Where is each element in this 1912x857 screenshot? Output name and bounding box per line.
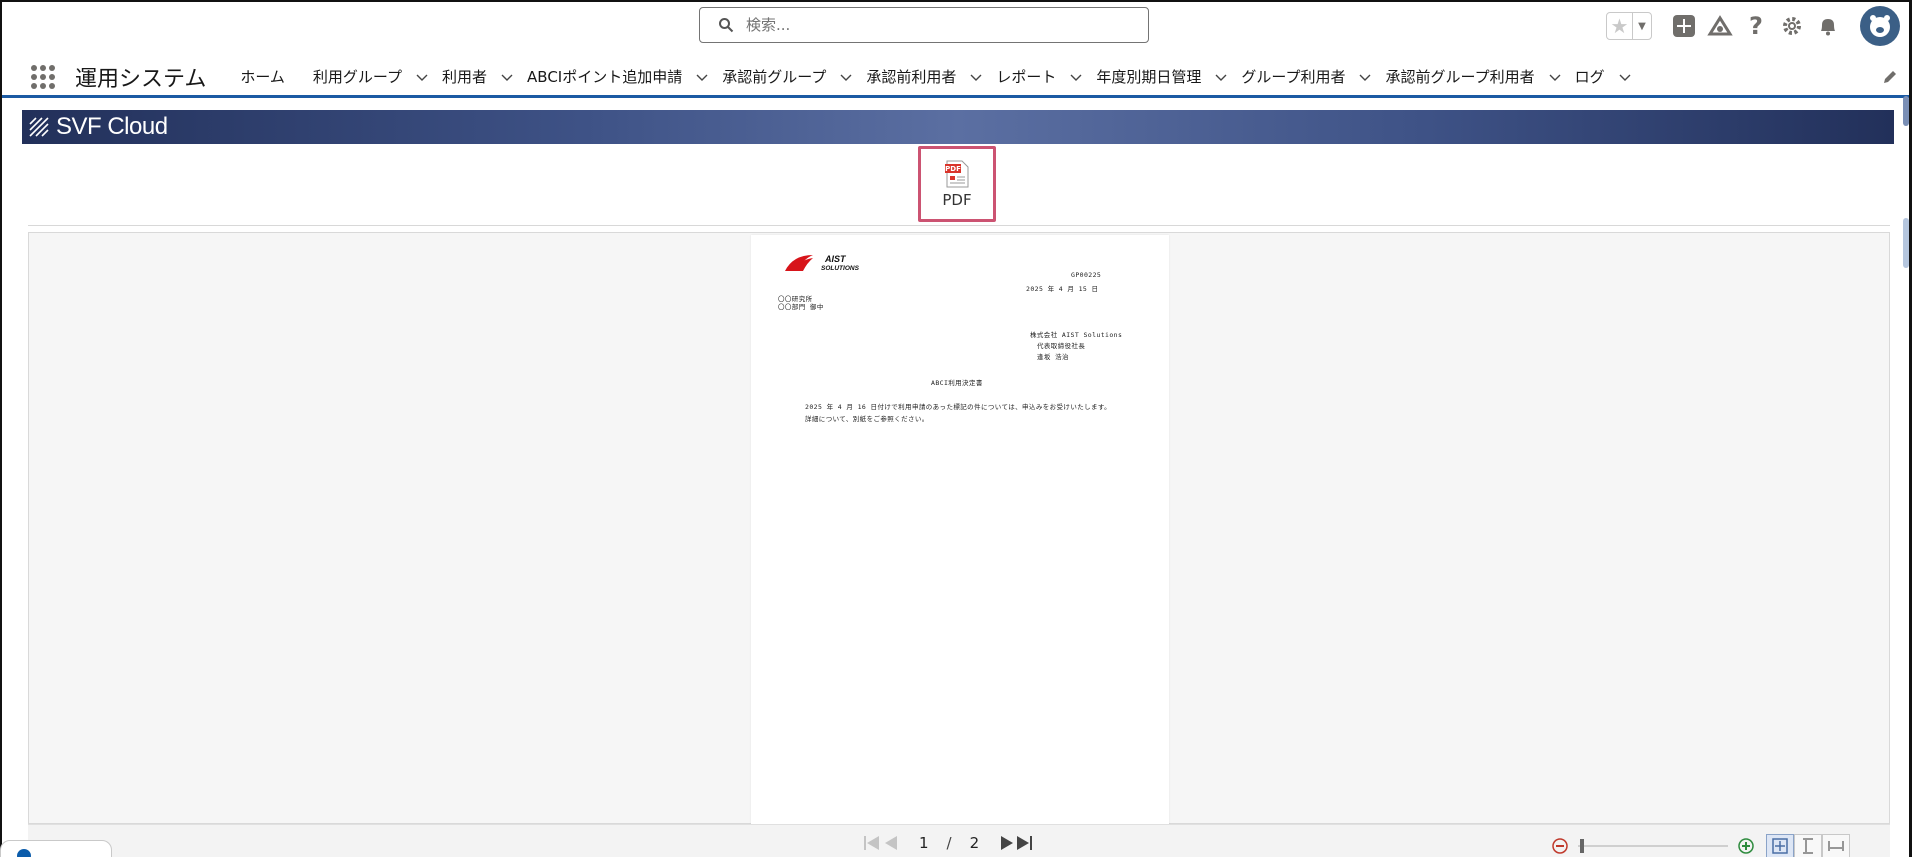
setup-gear-icon[interactable] (1777, 11, 1807, 41)
nav-tab[interactable]: 利用グループ (313, 58, 428, 95)
nav-tab[interactable]: ホーム (240, 58, 285, 95)
nav-tab[interactable]: レポート (996, 58, 1082, 95)
app-navigation-bar: 運用システム ホーム 利用グループ 利用者 ABCIポイント追加申請 承認前グループ 承認… (2, 58, 1909, 98)
help-icon[interactable]: ? (1741, 11, 1771, 41)
document-viewer[interactable]: AIST SOLUTIONS GP00225 2025 年 4 月 15 日 〇… (28, 232, 1890, 825)
nav-tab-label: ホーム (240, 68, 285, 86)
chevron-down-icon[interactable] (416, 71, 428, 83)
search-icon (719, 18, 734, 33)
current-page-number[interactable]: 1 (919, 834, 929, 852)
fit-height-icon[interactable] (1794, 834, 1822, 857)
zoom-slider-handle[interactable] (1580, 839, 1584, 853)
doc-body-line-2: 詳細について、別紙をご参照ください。 (805, 415, 929, 423)
aist-solutions-logo: AIST SOLUTIONS (785, 254, 860, 272)
fit-width-icon[interactable] (1822, 834, 1850, 857)
global-search[interactable] (699, 7, 1149, 43)
nav-tab[interactable]: ログ (1575, 58, 1631, 95)
nav-tab-label: ABCIポイント追加申請 (527, 68, 683, 86)
chevron-down-icon[interactable] (1215, 71, 1227, 83)
pdf-file-icon: PDF (945, 160, 969, 188)
recipient-dept: 〇〇部門 御中 (778, 303, 824, 311)
fit-page-icon[interactable] (1766, 834, 1794, 857)
svf-cloud-title: SVF Cloud (56, 113, 168, 140)
app-name: 運用システム (75, 66, 207, 92)
chevron-down-icon[interactable] (1359, 71, 1371, 83)
trailhead-icon[interactable] (1705, 11, 1735, 41)
nav-tab-label: 承認前グループ利用者 (1385, 68, 1535, 86)
chevron-down-icon[interactable] (840, 71, 852, 83)
total-pages: 2 (969, 834, 980, 852)
add-icon[interactable] (1669, 11, 1699, 41)
chevron-down-icon[interactable] (501, 71, 513, 83)
search-input[interactable] (746, 16, 1126, 34)
page-navigator: 1 / 2 (863, 833, 1035, 853)
notifications-bell-icon[interactable] (1813, 11, 1843, 41)
page-scrollbar-thumb[interactable] (1903, 96, 1909, 126)
favorites-dropdown-icon[interactable]: ▼ (1631, 13, 1651, 39)
sender-title: 代表取締役社長 (1037, 342, 1086, 350)
zoom-in-icon[interactable] (1738, 838, 1754, 854)
nav-tab-label: 年度別期日管理 (1096, 68, 1202, 86)
divider (28, 225, 1890, 226)
sender-company: 株式会社 AIST Solutions (1030, 331, 1123, 339)
svf-logo-icon (29, 117, 49, 137)
nav-tab-label: ログ (1574, 68, 1605, 86)
chevron-down-icon[interactable] (696, 71, 708, 83)
svg-text:PDF: PDF (945, 165, 961, 173)
user-avatar[interactable] (1860, 6, 1900, 46)
star-icon[interactable]: ★ (1607, 13, 1632, 39)
pdf-button-label: PDF (942, 191, 972, 209)
doc-body-line-1: 2025 年 4 月 16 日付けで利用申請のあった標記の件については、申込みを… (805, 403, 1112, 411)
nav-tab[interactable]: 承認前グループ (722, 58, 852, 95)
zoom-slider[interactable] (1578, 839, 1728, 853)
nav-tab-label: 承認前利用者 (866, 68, 957, 86)
nav-tab-label: 利用グループ (312, 68, 403, 86)
page-separator: / (946, 834, 952, 852)
viewer-toolbar: 1 / 2 (28, 824, 1890, 857)
nav-tab-label: 利用者 (442, 68, 488, 86)
nav-tab[interactable]: ABCIポイント追加申請 (527, 58, 708, 95)
nav-tabs: ホーム 利用グループ 利用者 ABCIポイント追加申請 承認前グループ 承認前利用者 レポー… (226, 58, 1644, 95)
view-mode-group (1766, 834, 1850, 857)
zoom-controls (1552, 834, 1850, 857)
nav-tab-label: 承認前グループ (722, 68, 827, 86)
chevron-down-icon[interactable] (1070, 71, 1082, 83)
nav-tab[interactable]: 承認前グループ利用者 (1385, 58, 1561, 95)
nav-tab[interactable]: 承認前利用者 (866, 58, 982, 95)
header-utility-bar: ★ ▼ ? (1606, 6, 1900, 46)
svg-text:AIST: AIST (824, 254, 847, 264)
utility-icon (17, 849, 31, 857)
nav-tab[interactable]: 年度別期日管理 (1096, 58, 1227, 95)
nav-tab[interactable]: 利用者 (442, 58, 513, 95)
zoom-out-icon[interactable] (1552, 838, 1568, 854)
svg-text:SOLUTIONS: SOLUTIONS (821, 265, 860, 272)
nav-tab[interactable]: グループ利用者 (1241, 58, 1371, 95)
utility-bar-tab[interactable] (0, 840, 112, 857)
nav-tab-label: グループ利用者 (1241, 68, 1346, 86)
doc-date: 2025 年 4 月 15 日 (1026, 285, 1099, 293)
chevron-down-icon[interactable] (1549, 71, 1561, 83)
svf-cloud-banner: SVF Cloud (22, 110, 1894, 144)
chevron-down-icon[interactable] (1619, 71, 1631, 83)
doc-code: GP00225 (1071, 271, 1102, 279)
nav-tab-label: レポート (996, 68, 1057, 86)
sender-name: 逢坂 浩治 (1037, 353, 1069, 361)
side-scrollbar-thumb[interactable] (1903, 218, 1909, 268)
doc-title: ABCI利用決定書 (931, 379, 983, 387)
next-last-page-icon[interactable] (997, 833, 1035, 853)
chevron-down-icon[interactable] (970, 71, 982, 83)
app-launcher-icon[interactable] (31, 64, 55, 89)
favorites-button[interactable]: ★ ▼ (1606, 12, 1652, 40)
pdf-download-button[interactable]: PDF PDF (918, 146, 996, 222)
document-page: AIST SOLUTIONS GP00225 2025 年 4 月 15 日 〇… (751, 235, 1169, 825)
edit-nav-pencil-icon[interactable] (1881, 68, 1899, 86)
first-prev-page-icon[interactable] (863, 833, 901, 853)
